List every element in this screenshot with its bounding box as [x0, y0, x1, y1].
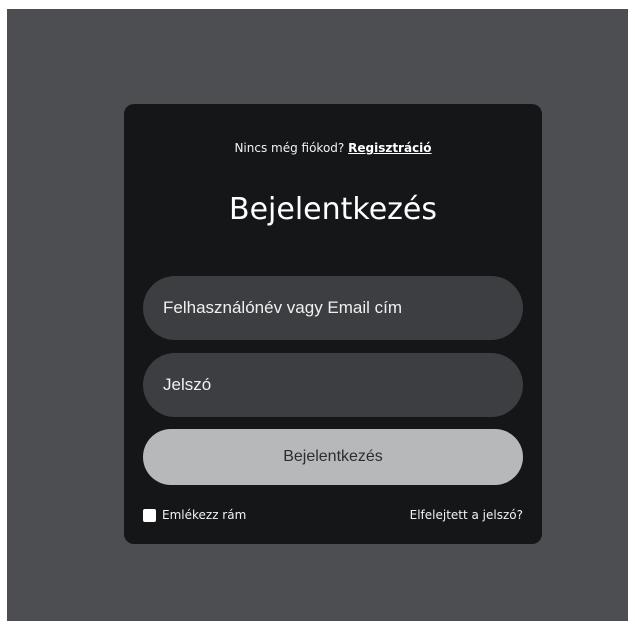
signup-prompt: Nincs még fiókod? Regisztráció — [124, 141, 542, 155]
remember-me[interactable]: Emlékezz rám — [143, 508, 246, 522]
login-card: Nincs még fiókod? Regisztráció Bejelentk… — [124, 104, 542, 544]
register-link[interactable]: Regisztráció — [348, 141, 431, 155]
login-button[interactable]: Bejelentkezés — [143, 429, 523, 485]
username-input[interactable] — [143, 276, 523, 340]
password-input[interactable] — [143, 353, 523, 417]
forgot-password-link[interactable]: Elfelejtett a jelszó? — [410, 508, 523, 522]
page-background: Nincs még fiókod? Regisztráció Bejelentk… — [7, 9, 628, 621]
remember-me-checkbox[interactable] — [143, 508, 156, 522]
remember-me-label: Emlékezz rám — [162, 508, 247, 522]
login-title: Bejelentkezés — [229, 192, 437, 227]
signup-prompt-text: Nincs még fiókod? — [234, 141, 345, 155]
